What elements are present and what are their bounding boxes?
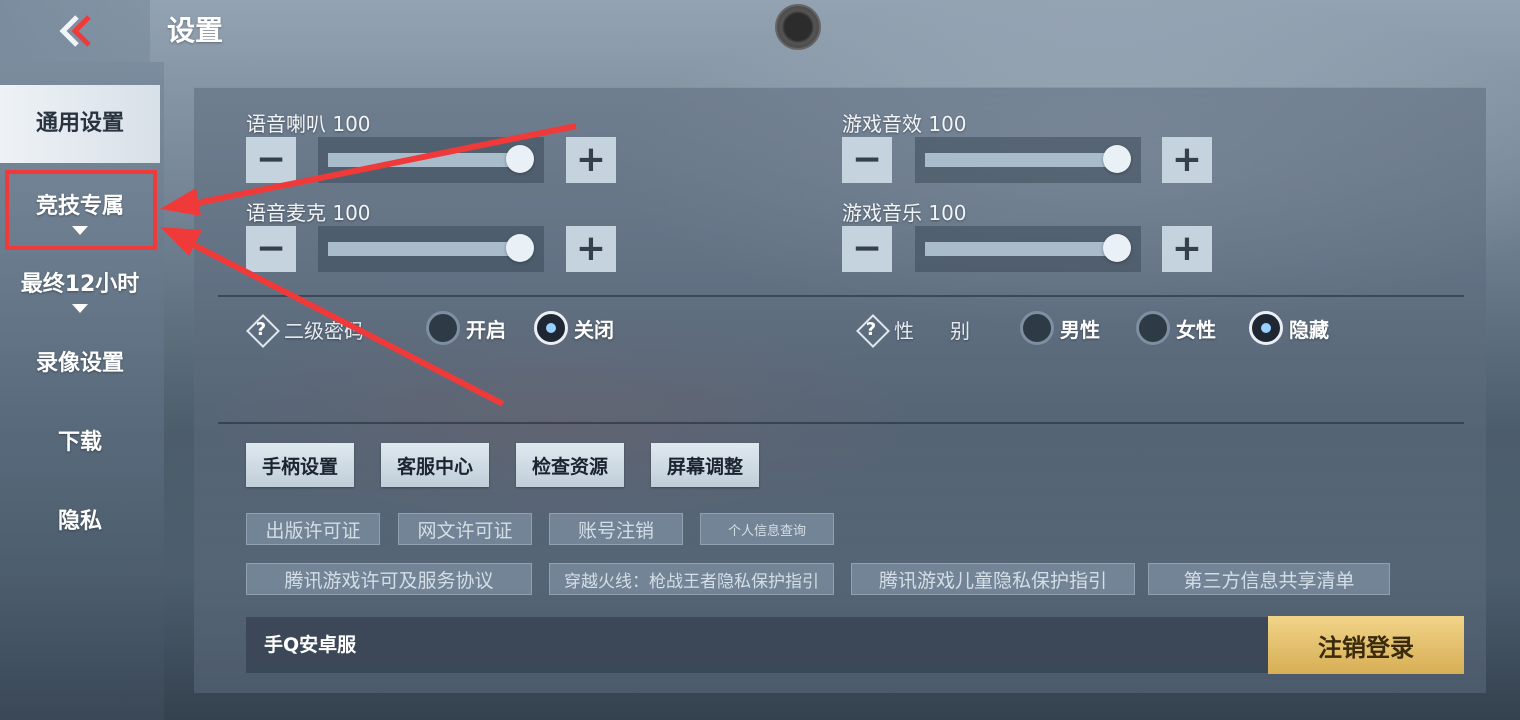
voice-mic-value: 100 (332, 201, 371, 225)
voice-speaker-increase-button[interactable]: + (566, 137, 616, 183)
game-sfx-value: 100 (928, 112, 967, 136)
slider-thumb[interactable] (1103, 234, 1131, 262)
slider-track (328, 242, 524, 256)
slider-thumb[interactable] (506, 145, 534, 173)
sidebar-item-final-12h[interactable]: 最终12小时 (0, 266, 160, 313)
personal-info-query-link[interactable]: 个人信息查询 (700, 513, 834, 545)
secondary-password-row: ? 二级密码 (246, 314, 364, 344)
voice-mic-increase-button[interactable]: + (566, 226, 616, 272)
radio-indicator (1020, 311, 1054, 345)
check-resources-button[interactable]: 检查资源 (516, 443, 624, 487)
voice-mic-decrease-button[interactable]: − (246, 226, 296, 272)
radio-label: 隐藏 (1289, 317, 1329, 342)
voice-mic-name: 语音麦克 (246, 201, 326, 225)
game-music-label: 游戏音乐 100 (842, 197, 967, 226)
voice-mic-label: 语音麦克 100 (246, 197, 371, 226)
tencent-game-license-link[interactable]: 腾讯游戏许可及服务协议 (246, 563, 532, 595)
online-culture-license-link[interactable]: 网文许可证 (398, 513, 532, 545)
gender-label-a: 性 (894, 318, 914, 343)
double-chevron-left-icon (59, 15, 91, 47)
radio-label: 女性 (1176, 317, 1216, 342)
secondary-password-off-radio[interactable]: 关闭 (534, 311, 614, 345)
slider-track (328, 153, 524, 167)
screen-adjust-button[interactable]: 屏幕调整 (651, 443, 759, 487)
third-party-sharing-list-link[interactable]: 第三方信息共享清单 (1148, 563, 1390, 595)
children-privacy-guide-link[interactable]: 腾讯游戏儿童隐私保护指引 (851, 563, 1135, 595)
sidebar-item-label: 录像设置 (35, 351, 124, 376)
gender-label-b: 别 (950, 318, 970, 343)
slider-thumb[interactable] (1103, 145, 1131, 173)
cf-privacy-guide-link[interactable]: 穿越火线：枪战王者隐私保护指引 (549, 563, 834, 595)
page-title: 设置 (167, 14, 224, 47)
gender-female-radio[interactable]: 女性 (1136, 311, 1216, 345)
radio-label: 男性 (1060, 317, 1100, 342)
help-icon[interactable]: ? (246, 314, 276, 344)
game-sfx-decrease-button[interactable]: − (842, 137, 892, 183)
sidebar-item-label: 通用设置 (35, 111, 124, 136)
gender-male-radio[interactable]: 男性 (1020, 311, 1100, 345)
game-music-increase-button[interactable]: + (1162, 226, 1212, 272)
slider-track (925, 242, 1121, 256)
account-server-label: 手Q安卓服 (264, 634, 357, 656)
help-icon[interactable]: ? (856, 314, 886, 344)
slider-thumb[interactable] (506, 234, 534, 262)
gender-row: ? 性 别 (856, 314, 970, 344)
game-music-slider[interactable] (915, 226, 1141, 272)
gender-hidden-radio[interactable]: 隐藏 (1249, 311, 1329, 345)
game-music-name: 游戏音乐 (842, 201, 922, 225)
slider-track (925, 153, 1121, 167)
voice-speaker-value: 100 (332, 112, 371, 136)
voice-speaker-slider[interactable] (318, 137, 544, 183)
caret-down-icon (72, 304, 88, 313)
voice-speaker-name: 语音喇叭 (246, 112, 326, 136)
game-sfx-slider[interactable] (915, 137, 1141, 183)
game-sfx-increase-button[interactable]: + (1162, 137, 1212, 183)
radio-indicator-selected (534, 311, 568, 345)
divider (218, 295, 1464, 297)
sidebar-item-label: 下载 (57, 430, 102, 455)
controller-settings-button[interactable]: 手柄设置 (246, 443, 354, 487)
radio-indicator (1136, 311, 1170, 345)
secondary-password-on-radio[interactable]: 开启 (426, 311, 506, 345)
sidebar-item-label: 隐私 (57, 509, 102, 534)
game-music-decrease-button[interactable]: − (842, 226, 892, 272)
voice-speaker-label: 语音喇叭 100 (246, 108, 371, 137)
radio-indicator (426, 311, 460, 345)
publishing-license-link[interactable]: 出版许可证 (246, 513, 380, 545)
radio-label: 开启 (466, 317, 506, 342)
sidebar-item-download[interactable]: 下载 (0, 424, 160, 456)
account-deletion-link[interactable]: 账号注销 (549, 513, 683, 545)
back-button[interactable] (0, 0, 150, 62)
voice-speaker-decrease-button[interactable]: − (246, 137, 296, 183)
logout-button[interactable]: 注销登录 (1268, 616, 1464, 674)
voice-mic-slider[interactable] (318, 226, 544, 272)
camera-notch (775, 4, 821, 50)
sidebar-item-privacy[interactable]: 隐私 (0, 503, 160, 535)
annotation-highlight-box (5, 170, 157, 250)
sidebar-item-replay[interactable]: 录像设置 (0, 345, 160, 377)
secondary-password-label: 二级密码 (284, 318, 364, 343)
game-music-value: 100 (928, 201, 967, 225)
radio-indicator-selected (1249, 311, 1283, 345)
radio-label: 关闭 (574, 317, 614, 342)
sidebar-item-general[interactable]: 通用设置 (0, 85, 160, 163)
game-sfx-name: 游戏音效 (842, 112, 922, 136)
customer-service-button[interactable]: 客服中心 (381, 443, 489, 487)
game-sfx-label: 游戏音效 100 (842, 108, 967, 137)
sidebar-item-label: 最终12小时 (20, 272, 140, 297)
divider (218, 422, 1464, 424)
